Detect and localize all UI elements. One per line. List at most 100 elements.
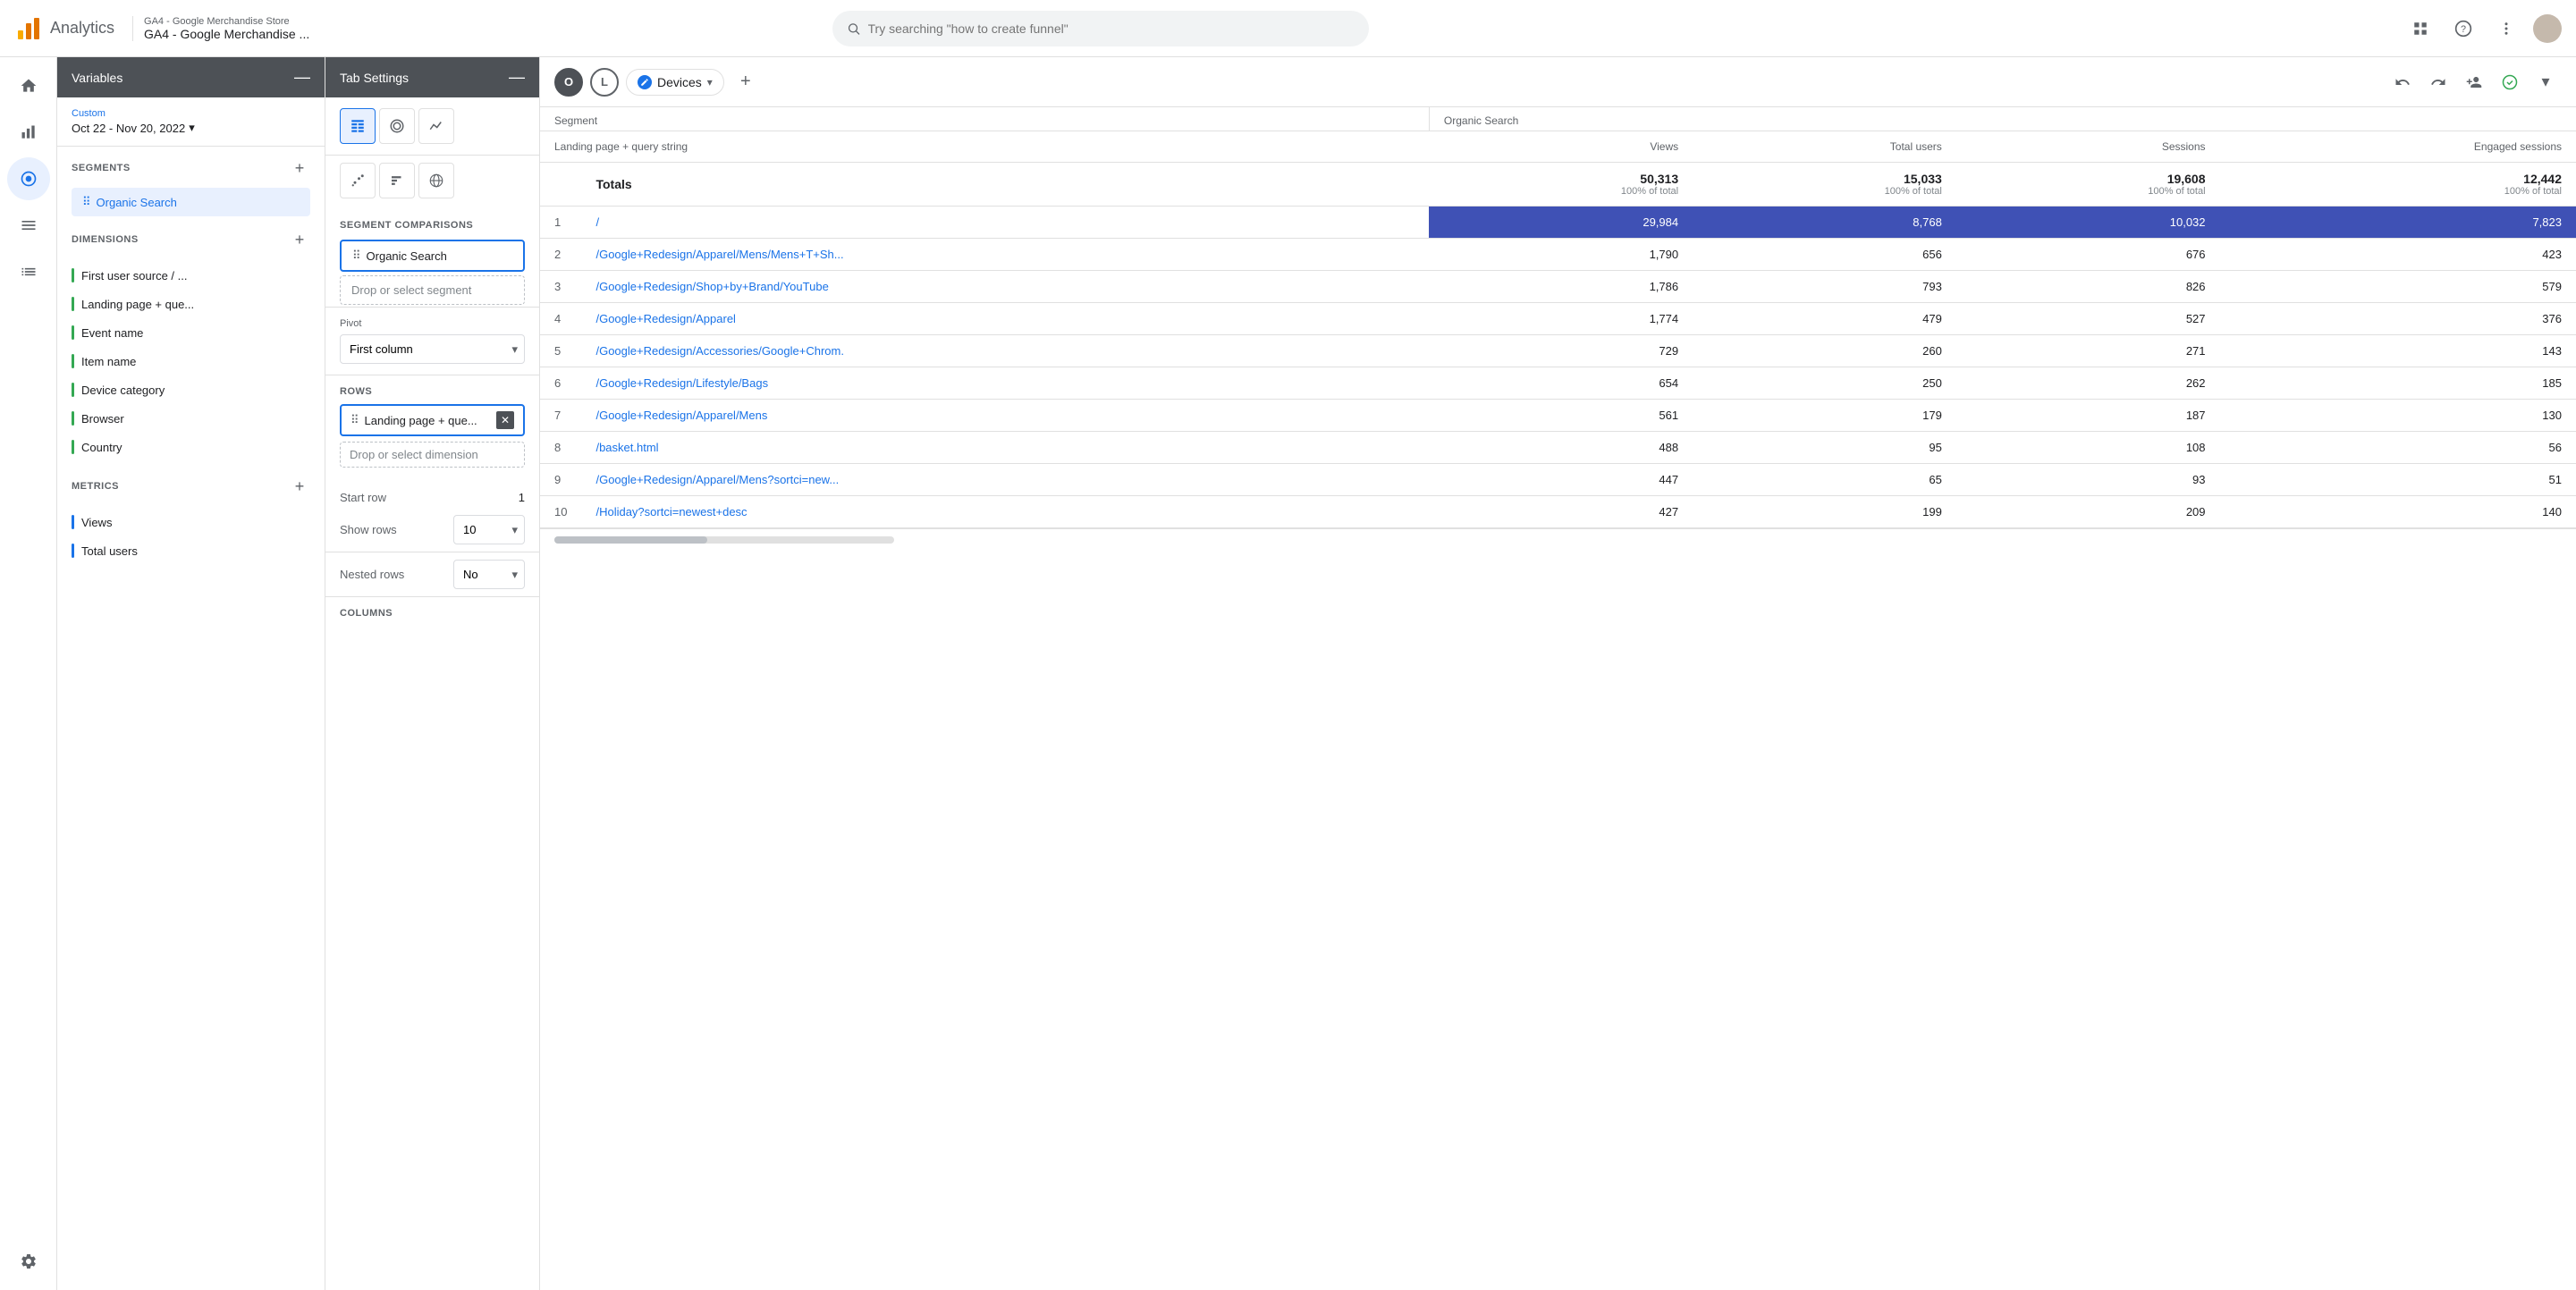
row-total-users-cell: 199 — [1693, 496, 1956, 528]
nav-advertising[interactable] — [7, 204, 50, 247]
date-range-selector[interactable]: Oct 22 - Nov 20, 2022 ▾ — [72, 121, 310, 135]
column-header-row: Landing page + query string Views Total … — [540, 131, 2576, 163]
line-chart-icon — [428, 118, 444, 134]
add-metric-button[interactable]: + — [289, 476, 310, 497]
col-header-sessions[interactable]: Sessions — [1956, 131, 2220, 163]
bar-chart-icon — [389, 173, 405, 189]
check-caret-button[interactable]: ▾ — [2530, 66, 2562, 98]
table-row[interactable]: 3/Google+Redesign/Shop+by+Brand/YouTube1… — [540, 271, 2576, 303]
report-tab-devices[interactable]: Devices ▾ — [626, 69, 724, 96]
geo-icon — [428, 173, 444, 189]
nav-reports[interactable] — [7, 111, 50, 154]
pivot-select[interactable]: First column Last column None — [340, 334, 525, 364]
organic-search-header: Organic Search — [1429, 107, 2576, 131]
segment-chip-label: Organic Search — [97, 196, 177, 209]
table-row[interactable]: 9/Google+Redesign/Apparel/Mens?sortci=ne… — [540, 464, 2576, 496]
row-engaged-sessions-cell: 143 — [2220, 335, 2576, 367]
row-page-cell[interactable]: /Google+Redesign/Accessories/Google+Chro… — [581, 335, 1429, 367]
l-button[interactable]: L — [590, 68, 619, 97]
segment-chip-organic-search[interactable]: Organic Search — [72, 188, 310, 216]
row-page-cell[interactable]: /Google+Redesign/Apparel — [581, 303, 1429, 335]
nav-list[interactable] — [7, 250, 50, 293]
add-dimension-button[interactable]: + — [289, 229, 310, 250]
metric-total-users[interactable]: Total users — [57, 536, 325, 565]
search-input[interactable] — [868, 21, 1356, 36]
row-page-cell[interactable]: /Google+Redesign/Apparel/Mens?sortci=new… — [581, 464, 1429, 496]
row-sessions-cell: 262 — [1956, 367, 2220, 400]
table-row[interactable]: 8/basket.html4889510856 — [540, 432, 2576, 464]
redo-button[interactable] — [2422, 66, 2454, 98]
metrics-section-header: METRICS + — [57, 465, 325, 504]
dimension-event-name[interactable]: Event name — [57, 318, 325, 347]
totals-sessions-cell: 19,608 100% of total — [1956, 163, 2220, 207]
more-button[interactable] — [2490, 13, 2522, 45]
app-logo: Analytics — [14, 14, 114, 43]
variables-close[interactable]: — — [294, 68, 310, 87]
row-engaged-sessions-cell: 56 — [2220, 432, 2576, 464]
dimension-landing-page[interactable]: Landing page + que... — [57, 290, 325, 318]
avatar[interactable] — [2533, 14, 2562, 43]
tab-settings-close[interactable]: — — [509, 68, 525, 87]
row-page-cell[interactable]: /Google+Redesign/Apparel/Mens/Mens+T+Sh.… — [581, 239, 1429, 271]
left-nav — [0, 57, 57, 1290]
dimension-item-name[interactable]: Item name — [57, 347, 325, 375]
row-page-cell[interactable]: /Google+Redesign/Lifestyle/Bags — [581, 367, 1429, 400]
dimension-browser[interactable]: Browser — [57, 404, 325, 433]
metrics-title: METRICS — [72, 481, 119, 492]
date-caret-icon: ▾ — [189, 121, 195, 135]
row-page-cell[interactable]: /Holiday?sortci=newest+desc — [581, 496, 1429, 528]
add-tab-button[interactable]: + — [731, 68, 760, 97]
row-page-cell[interactable]: /Google+Redesign/Shop+by+Brand/YouTube — [581, 271, 1429, 303]
horizontal-scrollbar[interactable] — [554, 536, 894, 544]
nav-settings[interactable] — [7, 1240, 50, 1283]
row-drop-area[interactable]: Drop or select dimension — [340, 442, 525, 468]
seg-drop-area[interactable]: Drop or select segment — [340, 275, 525, 305]
tab-icon-scatter[interactable] — [340, 163, 376, 198]
start-row-label: Start row — [340, 491, 386, 504]
row-chip-landing-page[interactable]: Landing page + que... ✕ — [340, 404, 525, 436]
metric-views[interactable]: Views — [57, 508, 325, 536]
main-content: O L Devices ▾ + — [540, 57, 2576, 1290]
nav-home[interactable] — [7, 64, 50, 107]
help-button[interactable]: ? — [2447, 13, 2479, 45]
nav-explore[interactable] — [7, 157, 50, 200]
row-drop-label: Drop or select dimension — [350, 448, 478, 461]
table-row[interactable]: 2/Google+Redesign/Apparel/Mens/Mens+T+Sh… — [540, 239, 2576, 271]
row-engaged-sessions-cell: 579 — [2220, 271, 2576, 303]
table-row[interactable]: 6/Google+Redesign/Lifestyle/Bags65425026… — [540, 367, 2576, 400]
table-row[interactable]: 1/29,9848,76810,0327,823 — [540, 207, 2576, 239]
row-page-cell[interactable]: /Google+Redesign/Apparel/Mens — [581, 400, 1429, 432]
dimension-device-category[interactable]: Device category — [57, 375, 325, 404]
show-rows-select[interactable]: 5 10 25 50 — [453, 515, 525, 544]
table-area[interactable]: Segment Organic Search Landing page + qu… — [540, 107, 2576, 1290]
tab-icon-donut[interactable] — [379, 108, 415, 144]
table-row[interactable]: 4/Google+Redesign/Apparel1,774479527376 — [540, 303, 2576, 335]
row-page-cell[interactable]: /basket.html — [581, 432, 1429, 464]
table-row[interactable]: 7/Google+Redesign/Apparel/Mens5611791871… — [540, 400, 2576, 432]
col-header-views[interactable]: Views — [1429, 131, 1693, 163]
table-row[interactable]: 5/Google+Redesign/Accessories/Google+Chr… — [540, 335, 2576, 367]
undo-button[interactable] — [2386, 66, 2419, 98]
remove-row-chip-button[interactable]: ✕ — [496, 411, 514, 429]
o-button[interactable]: O — [554, 68, 583, 97]
segment-col-header: Segment — [540, 107, 1429, 131]
tab-icon-bar[interactable] — [379, 163, 415, 198]
add-user-button[interactable] — [2458, 66, 2490, 98]
search-bar[interactable] — [832, 11, 1369, 46]
col-header-total-users[interactable]: Total users — [1693, 131, 1956, 163]
check-button[interactable] — [2494, 66, 2526, 98]
dimension-label: Landing page + que... — [81, 298, 194, 311]
add-segment-button[interactable]: + — [289, 157, 310, 179]
dimension-country[interactable]: Country — [57, 433, 325, 461]
tab-icon-geo[interactable] — [418, 163, 454, 198]
grid-button[interactable] — [2404, 13, 2437, 45]
table-row[interactable]: 10/Holiday?sortci=newest+desc42719920914… — [540, 496, 2576, 528]
row-page-cell[interactable]: / — [581, 207, 1429, 239]
nested-rows-select[interactable]: No Yes — [453, 560, 525, 589]
dimension-first-user-source[interactable]: First user source / ... — [57, 261, 325, 290]
tab-icon-table[interactable] — [340, 108, 376, 144]
tab-icon-line[interactable] — [418, 108, 454, 144]
seg-item-organic-search[interactable]: Organic Search — [340, 240, 525, 272]
col-header-engaged-sessions[interactable]: Engaged sessions — [2220, 131, 2576, 163]
dim-bar-icon — [72, 440, 74, 454]
